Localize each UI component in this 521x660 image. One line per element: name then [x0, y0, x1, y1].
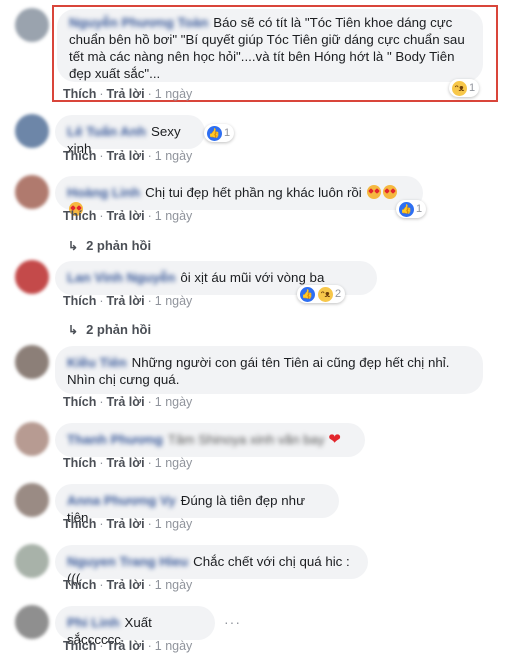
view-replies-link[interactable]: ↳ 2 phản hồi [68, 322, 151, 337]
like-icon: 👍 [206, 124, 223, 142]
comment-text: Tâm Shinoya xinh vãn bay [167, 432, 325, 447]
avatar[interactable] [15, 345, 49, 379]
comment-actions: Thích · Trả lời · 1 ngày [63, 87, 193, 101]
comment-bubble: Hoàng Linh Chị tui đẹp hết phần ng khác l… [55, 176, 423, 216]
reaction-count: 2 [335, 288, 342, 300]
reply-button[interactable]: Trả lời [107, 149, 145, 163]
commenter-name[interactable]: Nguyễn Phương Toàn [69, 15, 208, 30]
avatar[interactable] [15, 605, 49, 639]
like-icon: 👍 [398, 200, 415, 218]
comment-actions: Thích · Trả lời · 1 ngày [63, 294, 193, 308]
comment-time[interactable]: 1 ngày [155, 294, 193, 308]
heart-eyes-emoji [383, 185, 398, 199]
reply-button[interactable]: Trả lời [107, 294, 145, 308]
comment-actions: Thích · Trả lời · 1 ngày [63, 149, 193, 163]
reaction-summary[interactable]: ᵔᴥ 1 [449, 79, 480, 97]
avatar[interactable] [15, 260, 49, 294]
like-button[interactable]: Thích [63, 209, 96, 223]
comment-actions: Thích · Trả lời · 1 ngày [63, 209, 193, 223]
comment-actions: Thích · Trả lời · 1 ngày [63, 395, 193, 409]
comment-bubble: Nguyễn Phương Toàn Báo sẽ có tít là "Tóc … [57, 9, 483, 82]
reaction-summary[interactable]: 👍 ᵔᴥ 2 [297, 285, 346, 303]
reply-button[interactable]: Trả lời [107, 87, 145, 101]
commenter-name[interactable]: Kiều Tiên [67, 355, 127, 370]
heart-eyes-emoji [367, 185, 382, 199]
comment-bubble: Phi Linh Xuất sắcccccc [55, 606, 215, 647]
like-button[interactable]: Thích [63, 149, 96, 163]
more-options-icon[interactable]: ··· [224, 614, 241, 630]
like-button[interactable]: Thích [63, 395, 96, 409]
commenter-name[interactable]: Nguyen Trang Hieu [67, 554, 188, 569]
comment-bubble: Kiều Tiên Những người con gái tên Tiên ai… [55, 346, 483, 394]
comment-bubble: Thanh Phương Tâm Shinoya xinh vãn bay ❤ [55, 423, 365, 457]
like-button[interactable]: Thích [63, 639, 96, 653]
replies-count: 2 phản hồi [86, 322, 152, 337]
reaction-count: 1 [469, 82, 476, 94]
replies-count: 2 phản hồi [86, 238, 152, 253]
haha-icon: ᵔᴥ [317, 285, 334, 303]
comment-actions: Thích · Trả lời · 1 ngày [63, 517, 193, 531]
avatar[interactable] [15, 422, 49, 456]
reaction-summary[interactable]: 👍 1 [396, 200, 427, 218]
like-button[interactable]: Thích [63, 517, 96, 531]
avatar[interactable] [15, 175, 49, 209]
reply-button[interactable]: Trả lời [107, 517, 145, 531]
comment-time[interactable]: 1 ngày [155, 149, 193, 163]
commenter-name[interactable]: Lê Tuấn Anh [67, 124, 146, 139]
comment-actions: Thích · Trả lời · 1 ngày [63, 639, 193, 653]
commenter-name[interactable]: Thanh Phương [67, 432, 163, 447]
like-button[interactable]: Thích [63, 87, 96, 101]
comment-time[interactable]: 1 ngày [155, 395, 193, 409]
view-replies-link[interactable]: ↳ 2 phản hồi [68, 238, 151, 253]
reaction-count: 1 [224, 127, 231, 139]
reply-button[interactable]: Trả lời [107, 209, 145, 223]
avatar[interactable] [15, 544, 49, 578]
comment-time[interactable]: 1 ngày [155, 456, 193, 470]
like-button[interactable]: Thích [63, 294, 96, 308]
reply-button[interactable]: Trả lời [107, 578, 145, 592]
heart-emoji: ❤ [328, 431, 341, 448]
reaction-summary[interactable]: 👍 1 [204, 124, 235, 142]
comment-time[interactable]: 1 ngày [155, 578, 193, 592]
reply-arrow-icon: ↳ [68, 323, 79, 337]
haha-icon: ᵔᴥ [451, 79, 468, 97]
avatar[interactable] [15, 114, 49, 148]
reply-button[interactable]: Trả lời [107, 395, 145, 409]
like-icon: 👍 [299, 285, 316, 303]
reaction-count: 1 [416, 203, 423, 215]
reply-arrow-icon: ↳ [68, 239, 79, 253]
comment-text: ôi xịt áu mũi với vòng ba [180, 270, 325, 285]
like-button[interactable]: Thích [63, 456, 96, 470]
commenter-name[interactable]: Phi Linh [67, 615, 119, 630]
commenter-name[interactable]: Lan Vinh Nguyễn [67, 270, 175, 285]
comment-bubble: Lê Tuấn Anh Sexy xinh [55, 115, 205, 156]
commenter-name[interactable]: Hoàng Linh [67, 185, 140, 200]
comment-text: Chị tui đẹp hết phần ng khác luôn rồi [145, 185, 362, 200]
like-button[interactable]: Thích [63, 578, 96, 592]
comment-actions: Thích · Trả lời · 1 ngày [63, 578, 193, 592]
avatar[interactable] [15, 8, 49, 42]
comment-time[interactable]: 1 ngày [155, 87, 193, 101]
comment-time[interactable]: 1 ngày [155, 639, 193, 653]
comment-bubble: Nguyen Trang Hieu Chắc chết với chị quá h… [55, 545, 368, 586]
reply-button[interactable]: Trả lời [107, 639, 145, 653]
avatar[interactable] [15, 483, 49, 517]
comment-bubble: Anna Phương Vy Đúng là tiên đẹp như tiên [55, 484, 339, 525]
comment-actions: Thích · Trả lời · 1 ngày [63, 456, 193, 470]
comment-time[interactable]: 1 ngày [155, 517, 193, 531]
reply-button[interactable]: Trả lời [107, 456, 145, 470]
commenter-name[interactable]: Anna Phương Vy [67, 493, 176, 508]
comment-time[interactable]: 1 ngày [155, 209, 193, 223]
